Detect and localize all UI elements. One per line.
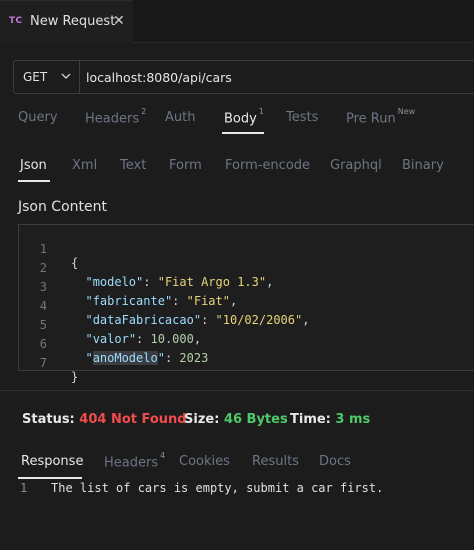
tab-query[interactable]: Query [18,110,58,125]
code-line: 7 } [19,342,474,384]
tab-label: Body [224,111,257,127]
time-info: Time: 3 ms [290,412,370,427]
line-text: } [71,370,78,384]
tab-headers[interactable]: Headers 2 [85,107,147,127]
response-tabs: Response Headers 4 Cookies Results Docs [0,451,474,479]
tab-label: Response [21,454,84,469]
tab-label: Auth [165,110,196,125]
chevron-down-icon [61,73,71,79]
size-info: Size: 46 Bytes [184,412,288,427]
tab-response[interactable]: Response [21,454,83,469]
tab-results[interactable]: Results [252,454,299,469]
tab-xml[interactable]: Xml [72,158,97,173]
size-value: 46 Bytes [223,412,288,427]
response-body[interactable]: 1 The list of cars is empty, submit a ca… [0,481,474,499]
url-bar: GET [13,60,474,94]
section-divider [0,390,474,391]
tab-label: Results [252,454,299,469]
size-label: Size: [184,412,220,427]
time-value: 3 ms [335,412,371,427]
close-brace: } [71,370,79,384]
code-line: 4 "dataFabricacao": "10/02/2006", [19,285,474,327]
active-tab-indicator [18,477,82,479]
tab-graphql[interactable]: Graphql [330,158,382,173]
tab-bar: TC New Request ✕ [0,0,474,43]
tab-label: Query [18,110,58,125]
tab-binary[interactable]: Binary [402,158,444,173]
thunder-client-logo-icon: TC [9,16,23,26]
tab-auth[interactable]: Auth [165,110,195,125]
tab-json[interactable]: Json [20,158,47,173]
line-number: 1 [20,481,28,495]
close-icon[interactable]: ✕ [113,13,125,29]
body-type-tabs: Json Xml Text Form Form-encode Graphql B… [0,156,474,184]
method-select[interactable]: GET [14,61,80,93]
tab-label: Tests [286,110,319,125]
tab-text[interactable]: Text [120,158,146,173]
tab-label: Headers [104,455,159,471]
tab-body[interactable]: Body 1 [224,107,264,127]
response-text: The list of cars is empty, submit a car … [51,481,384,495]
tab-label: Headers [85,111,140,127]
tab-response-headers[interactable]: Headers 4 [104,451,166,471]
request-tabs: Query Headers 2 Auth Body 1 Tests Pre Run N… [0,106,474,136]
tab-badge: 2 [141,107,147,116]
status-info: Status: 404 Not Found [22,412,187,427]
section-title: Json Content [18,199,107,215]
code-line: 5 "valor": 10.000, [19,304,474,346]
status-label: Status: [22,412,75,427]
url-input[interactable] [86,61,466,93]
json-editor[interactable]: 1 { 2 "modelo": "Fiat Argo 1.3", 3 "fabr… [18,224,474,384]
method-label: GET [23,70,48,84]
tab-tests[interactable]: Tests [286,110,318,125]
tab-label: Cookies [179,454,230,469]
tab-cookies[interactable]: Cookies [179,454,230,469]
active-tab-indicator [18,180,50,182]
tab-pre-run[interactable]: Pre Run New [346,107,416,127]
tab-docs[interactable]: Docs [319,454,351,469]
code-line: 3 "fabricante": "Fiat", [19,266,474,308]
tab-badge: 1 [258,107,264,116]
active-tab-indicator [222,132,264,134]
status-value: 404 Not Found [79,412,187,427]
tab-title: New Request [30,14,116,29]
tab-form-encode[interactable]: Form-encode [225,158,310,173]
code-line: 2 "modelo": "Fiat Argo 1.3", [19,247,474,289]
request-tab[interactable]: TC New Request ✕ [0,0,133,43]
code-line: 6 "anoModelo": 2023 [19,323,474,365]
code-line: 1 { [19,228,474,270]
tab-label: Pre Run [346,111,396,127]
tab-form[interactable]: Form [169,158,202,173]
tab-badge: New [397,107,416,116]
tab-badge: 4 [160,451,166,460]
line-number: 7 [39,356,47,370]
time-label: Time: [290,412,331,427]
tab-label: Docs [319,454,351,469]
